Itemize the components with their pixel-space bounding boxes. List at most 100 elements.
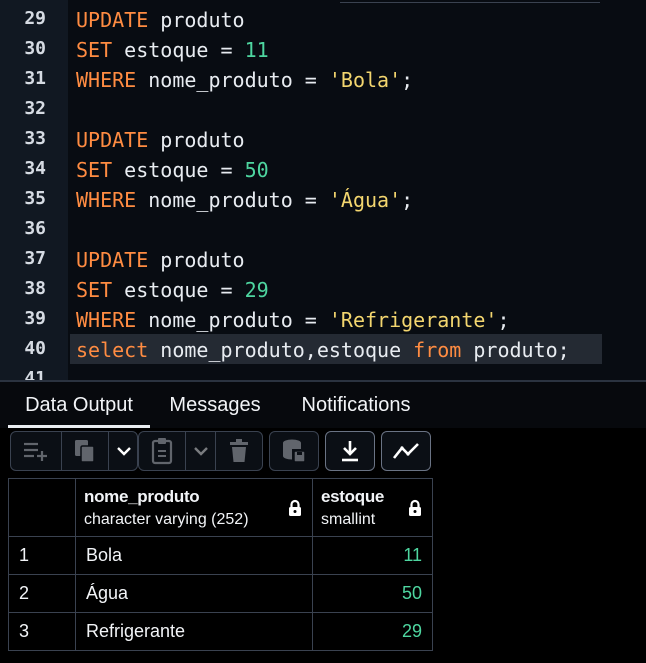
sql-keyword: SET bbox=[76, 278, 113, 302]
data-output-toolbar bbox=[0, 428, 646, 476]
sql-keyword: UPDATE bbox=[76, 8, 149, 32]
download-icon bbox=[339, 439, 361, 463]
grid-bottom-area bbox=[0, 651, 646, 663]
sql-keyword: SET bbox=[76, 158, 113, 182]
code-text: select nome_produto,estoque from produto… bbox=[76, 338, 570, 362]
code-line[interactable]: 31 WHERE nome_produto = 'Bola'; bbox=[0, 64, 646, 94]
cell-nome-produto[interactable]: Refrigerante bbox=[75, 612, 313, 651]
code-line[interactable]: 33 UPDATE produto bbox=[0, 124, 646, 154]
column-header-nome-produto[interactable]: nome_produto character varying (252) bbox=[75, 478, 313, 537]
code-text: WHERE nome_produto = 'Refrigerante'; bbox=[76, 308, 510, 332]
sql-number: 11 bbox=[244, 38, 269, 62]
sql-keyword: from bbox=[413, 338, 462, 362]
row-number[interactable]: 3 bbox=[8, 612, 76, 651]
graph-icon bbox=[392, 441, 420, 461]
sql-text: estoque = bbox=[112, 38, 245, 62]
line-number: 31 bbox=[24, 68, 46, 89]
sql-text: nome_produto = bbox=[136, 68, 329, 92]
delete-icon[interactable] bbox=[216, 432, 262, 470]
graph-visualiser-button[interactable] bbox=[381, 431, 431, 471]
cell-estoque[interactable]: 11 bbox=[312, 536, 433, 575]
table-row[interactable]: 2 Água 50 bbox=[8, 574, 433, 613]
copy-icon[interactable] bbox=[62, 432, 108, 470]
cell-nome-produto[interactable]: Bola bbox=[75, 536, 313, 575]
sql-keyword: WHERE bbox=[76, 68, 137, 92]
sql-text: ; bbox=[401, 188, 414, 212]
row-copy-group bbox=[10, 431, 138, 471]
tab-notifications[interactable]: Notifications bbox=[284, 382, 428, 428]
line-number: 32 bbox=[24, 98, 46, 119]
code-line[interactable]: 35 WHERE nome_produto = 'Água'; bbox=[0, 184, 646, 214]
sql-keyword: UPDATE bbox=[76, 128, 149, 152]
chevron-down-icon[interactable] bbox=[186, 432, 215, 470]
code-line[interactable]: 34 SET estoque = 50 bbox=[0, 154, 646, 184]
sql-text: ; bbox=[401, 68, 414, 92]
paste-icon[interactable] bbox=[139, 432, 185, 470]
code-line[interactable]: 41 bbox=[0, 364, 646, 380]
line-number: 37 bbox=[24, 248, 46, 269]
code-line[interactable]: 38 SET estoque = 29 bbox=[0, 274, 646, 304]
cell-nome-produto[interactable]: Água bbox=[75, 574, 313, 613]
sql-keyword: WHERE bbox=[76, 308, 137, 332]
row-number-header[interactable] bbox=[8, 478, 76, 537]
save-data-button[interactable] bbox=[269, 431, 319, 471]
tab-data-output[interactable]: Data Output bbox=[8, 382, 150, 428]
code-line[interactable]: 29 UPDATE produto bbox=[0, 4, 646, 34]
query-editor[interactable]: 29 UPDATE produto 30 SET estoque = 11 31 WHER… bbox=[0, 0, 646, 380]
code-line[interactable]: 32 bbox=[0, 94, 646, 124]
line-number: 38 bbox=[24, 278, 46, 299]
sql-keyword: SET bbox=[76, 38, 113, 62]
row-number[interactable]: 2 bbox=[8, 574, 76, 613]
code-text: SET estoque = 50 bbox=[76, 158, 269, 182]
tab-messages[interactable]: Messages bbox=[158, 382, 272, 428]
code-line[interactable]: 40 select nome_produto,estoque from produ… bbox=[0, 334, 646, 364]
sql-text: estoque = bbox=[112, 158, 245, 182]
column-type: character varying (252) bbox=[84, 510, 249, 528]
line-number: 41 bbox=[24, 368, 46, 380]
line-number: 35 bbox=[24, 188, 46, 209]
cell-estoque[interactable]: 29 bbox=[312, 612, 433, 651]
sql-string: 'Água' bbox=[328, 188, 402, 212]
chevron-down-icon[interactable] bbox=[109, 432, 138, 470]
column-name: nome_produto bbox=[84, 486, 200, 506]
code-line[interactable]: 39 WHERE nome_produto = 'Refrigerante'; bbox=[0, 304, 646, 334]
line-number: 39 bbox=[24, 308, 46, 329]
sql-number: 50 bbox=[244, 158, 269, 182]
line-number: 30 bbox=[24, 38, 46, 59]
sql-text: produto; bbox=[461, 338, 570, 362]
result-grid: nome_produto character varying (252) est… bbox=[8, 478, 433, 651]
cell-estoque[interactable]: 50 bbox=[312, 574, 433, 613]
sql-text: produto bbox=[148, 128, 245, 152]
output-tab-bar: Data Output Messages Notifications bbox=[0, 380, 646, 430]
sql-text: nome_produto = bbox=[136, 188, 329, 212]
download-button[interactable] bbox=[325, 431, 375, 471]
sql-text: produto bbox=[148, 248, 245, 272]
code-text: SET estoque = 11 bbox=[76, 38, 269, 62]
scrolled-line-fragment bbox=[340, 0, 600, 3]
add-row-icon[interactable] bbox=[11, 432, 61, 470]
sql-text: nome_produto = bbox=[136, 308, 329, 332]
sql-keyword: WHERE bbox=[76, 188, 137, 212]
table-row[interactable]: 1 Bola 11 bbox=[8, 536, 433, 575]
code-text: UPDATE produto bbox=[76, 128, 245, 152]
code-text: UPDATE produto bbox=[76, 248, 245, 272]
paste-delete-group bbox=[138, 431, 263, 471]
lock-icon bbox=[408, 499, 422, 522]
sql-text: estoque = bbox=[112, 278, 245, 302]
code-line[interactable]: 37 UPDATE produto bbox=[0, 244, 646, 274]
code-line[interactable]: 30 SET estoque = 11 bbox=[0, 34, 646, 64]
lock-icon bbox=[288, 499, 302, 522]
code-text: WHERE nome_produto = 'Bola'; bbox=[76, 68, 413, 92]
code-line[interactable]: 36 bbox=[0, 214, 646, 244]
code-text: WHERE nome_produto = 'Água'; bbox=[76, 188, 413, 212]
row-number[interactable]: 1 bbox=[8, 536, 76, 575]
column-header-estoque[interactable]: estoque smallint bbox=[312, 478, 433, 537]
sql-text: ; bbox=[497, 308, 510, 332]
line-number: 34 bbox=[24, 158, 46, 179]
sql-keyword: UPDATE bbox=[76, 248, 149, 272]
table-row[interactable]: 3 Refrigerante 29 bbox=[8, 612, 433, 651]
code-text: UPDATE produto bbox=[76, 8, 245, 32]
sql-text: produto bbox=[148, 8, 245, 32]
line-number: 33 bbox=[24, 128, 46, 149]
line-number: 40 bbox=[24, 338, 46, 359]
